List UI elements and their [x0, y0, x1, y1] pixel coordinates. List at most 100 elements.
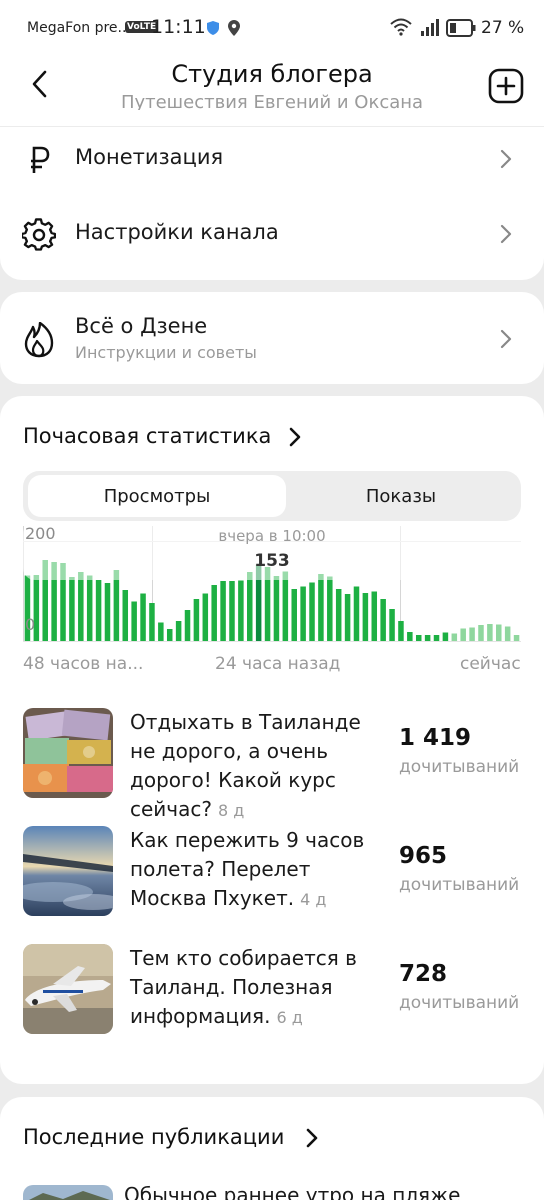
chart-bar[interactable] [478, 625, 484, 641]
hourly-stats-card: Почасовая статистика Просмотры Показы 20… [0, 396, 544, 1084]
chart-bar[interactable] [407, 632, 413, 641]
article-title-text: Как пережить 9 часов полета? Перелет Мос… [130, 828, 365, 910]
carrier-name: MegaFon pre... [27, 20, 131, 36]
menu-item-label: Настройки канала [75, 220, 279, 244]
plus-square-icon [488, 68, 524, 104]
article-title: Тем кто собирается в Таиланд. Полезная и… [130, 944, 392, 1032]
tab-impressions[interactable]: Показы [286, 475, 516, 517]
chevron-right-icon [500, 149, 512, 169]
chart-bar[interactable] [415, 635, 422, 641]
article-read-count: 1 419 [399, 725, 472, 751]
location-icon [228, 20, 240, 36]
chart-bar[interactable] [371, 591, 378, 642]
chart-bar[interactable] [380, 599, 386, 641]
chart-bar[interactable] [193, 599, 200, 641]
chart-bar[interactable] [398, 621, 404, 641]
latest-publications-card: Последние публикации Обычное раннее утро… [0, 1097, 544, 1200]
chart-bar[interactable] [273, 576, 280, 641]
chart-bar[interactable] [469, 627, 475, 642]
chart-bar[interactable] [327, 576, 333, 642]
article-age: 6 д [276, 1008, 303, 1027]
chart-bar[interactable] [335, 589, 342, 641]
hourly-stats-title[interactable]: Почасовая статистика [23, 424, 271, 448]
chart-bar[interactable] [451, 633, 458, 642]
publication-thumbnail[interactable] [23, 1185, 113, 1200]
menu-item-label: Монетизация [75, 145, 224, 169]
article-read-unit: дочитываний [399, 993, 520, 1013]
chart-bar[interactable] [86, 575, 93, 642]
chart-bar[interactable] [95, 580, 102, 641]
article-title-text: Отдыхать в Таиланде не дорого, а очень д… [130, 710, 361, 821]
chart-bar[interactable] [175, 621, 182, 641]
chart-bar[interactable] [496, 624, 502, 642]
chart-bar[interactable] [309, 582, 315, 642]
dzen-item-subtitle: Инструкции и советы [75, 343, 257, 362]
chevron-right-icon[interactable] [289, 427, 301, 447]
signal-icon [421, 19, 439, 36]
settings-card: Монетизация Настройки канала [0, 110, 544, 280]
status-time: 11:11 [151, 16, 206, 38]
menu-item-channel-settings[interactable]: Настройки канала [0, 204, 544, 264]
latest-publications-title[interactable]: Последние публикации [23, 1125, 284, 1149]
chart-bar[interactable] [104, 583, 111, 641]
page-title: Студия блогера [171, 60, 373, 88]
article-thumbnail [23, 708, 113, 798]
chart-bar[interactable] [247, 572, 253, 641]
article-title-text: Тем кто собирается в Таиланд. Полезная и… [130, 946, 357, 1028]
chart-bar[interactable] [442, 632, 449, 642]
article-title: Отдыхать в Таиланде не дорого, а очень д… [130, 708, 392, 825]
menu-item-monetization[interactable]: Монетизация [0, 129, 544, 189]
tab-views[interactable]: Просмотры [28, 475, 286, 517]
chart-bar[interactable] [140, 593, 146, 642]
chart-bar[interactable] [238, 580, 244, 642]
x-label-24h: 24 часа назад [215, 654, 341, 674]
chevron-right-icon[interactable] [306, 1128, 318, 1148]
gear-icon [22, 218, 56, 252]
chart-bar[interactable] [389, 609, 395, 641]
chart-bar[interactable] [229, 581, 235, 641]
battery-icon [446, 19, 476, 37]
chart-bar[interactable] [487, 624, 493, 641]
x-label-48h: 48 часов на... [23, 654, 144, 674]
chevron-right-icon [500, 224, 512, 244]
ruble-icon [22, 143, 56, 177]
chart-bar[interactable] [158, 622, 164, 642]
chart-bar[interactable] [504, 626, 511, 642]
chart-bar[interactable] [282, 571, 289, 642]
chart-bar[interactable] [220, 581, 226, 641]
add-publication-button[interactable] [488, 68, 524, 104]
chart-bar[interactable] [318, 574, 324, 641]
chart-bar[interactable] [460, 628, 466, 642]
chart-bar[interactable] [433, 635, 440, 641]
dzen-item-label: Всё о Дзене [75, 314, 208, 338]
chart-bar[interactable] [344, 594, 351, 641]
chart-bar[interactable] [166, 629, 173, 641]
chart-bar[interactable] [122, 590, 129, 641]
y-tick-max: 200 [25, 524, 56, 543]
chart-bar[interactable] [353, 586, 360, 642]
article-thumbnail [23, 826, 113, 916]
chart-bar[interactable] [211, 585, 217, 641]
chart-bar[interactable] [291, 589, 297, 641]
top-article-1[interactable]: Отдыхать в Таиланде не дорого, а очень д… [0, 708, 544, 821]
chart-bar[interactable] [69, 577, 75, 641]
publication-title[interactable]: Обычное раннее утро на пляже [124, 1183, 460, 1200]
chart-bar[interactable] [78, 572, 84, 641]
y-tick-min: 0 [25, 615, 35, 634]
back-button[interactable] [24, 66, 54, 102]
chart-bar[interactable] [362, 593, 369, 641]
chevron-left-icon [32, 70, 47, 98]
article-read-unit: дочитываний [399, 875, 520, 895]
chart-bar[interactable] [424, 635, 431, 641]
top-article-2[interactable]: Как пережить 9 часов полета? Перелет Мос… [0, 826, 544, 922]
chart-bar[interactable] [513, 635, 520, 641]
chart-bar[interactable] [113, 570, 120, 641]
chart-bar[interactable] [300, 586, 306, 642]
chart-bar[interactable] [184, 610, 191, 641]
chart-bar[interactable] [131, 601, 137, 642]
about-dzen-item[interactable]: Всё о Дзене Инструкции и советы [0, 292, 544, 384]
chart-bar[interactable] [202, 593, 209, 642]
wifi-icon [390, 18, 412, 36]
top-article-3[interactable]: Тем кто собирается в Таиланд. Полезная и… [0, 944, 544, 1040]
chart-bar[interactable] [149, 603, 155, 641]
